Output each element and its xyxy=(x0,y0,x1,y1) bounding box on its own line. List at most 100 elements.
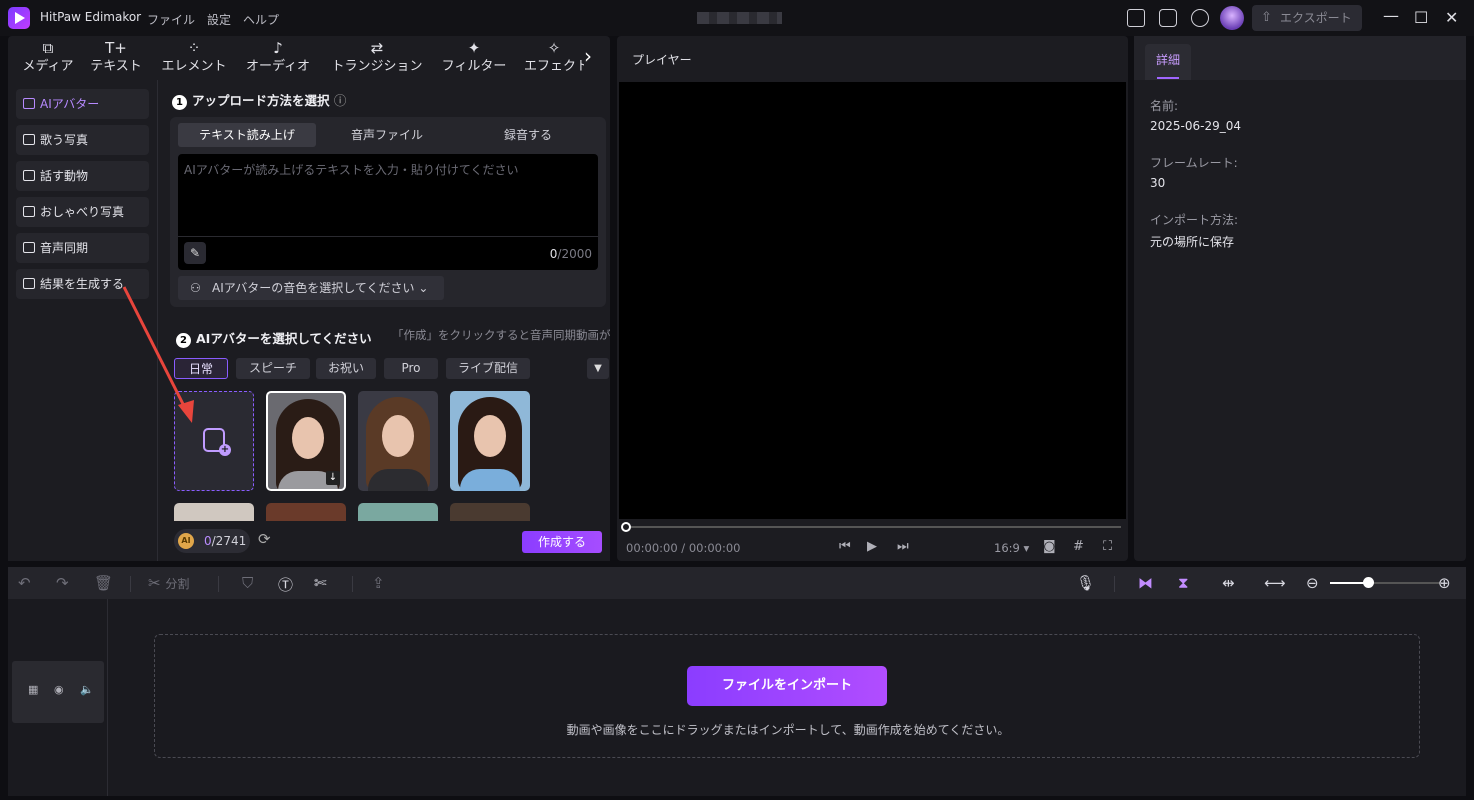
import-file-button[interactable]: ファイルをインポート xyxy=(687,666,887,706)
fit-width-icon[interactable]: ⟷ xyxy=(1264,574,1286,592)
timeline-divider xyxy=(107,599,108,796)
tab-elements[interactable]: ⁘ エレメント xyxy=(158,36,230,80)
text-icon: T+ xyxy=(105,39,127,57)
magic-wand-icon[interactable]: ✎ xyxy=(184,242,206,264)
media-icon: ⧉ xyxy=(42,39,54,57)
preview-screen[interactable] xyxy=(619,82,1126,519)
media-toolbar: ⧉ メディア T+ テキスト ⁘ エレメント ♪ オーディオ ⇄ トランジション ✦ フィル… xyxy=(8,36,610,80)
redo-icon[interactable]: ↷ xyxy=(56,574,69,592)
tab-audio-file[interactable]: 音声ファイル xyxy=(318,123,456,147)
detail-name-value: 2025-06-29_04 xyxy=(1150,119,1242,133)
avatar-footer: 0/2741 ⟳ 作成する xyxy=(166,521,610,561)
timeline-toolbar: ↶ ↷ 🗑 ✂ 分割 ⛉ Ⓣ ✄ ⇪ 🎙 ⧓ ⧗ ⇹ ⟷ ⊖ ⊕ xyxy=(8,567,1466,599)
category-pro[interactable]: Pro xyxy=(384,358,438,379)
tab-media[interactable]: ⧉ メディア xyxy=(18,36,78,80)
user-avatar[interactable] xyxy=(1220,6,1244,30)
category-speech[interactable]: スピーチ xyxy=(236,358,310,379)
playhead-knob[interactable] xyxy=(621,522,631,532)
detail-name-label: 名前: xyxy=(1150,99,1179,113)
add-custom-avatar[interactable]: + xyxy=(174,391,254,491)
maximize-icon[interactable]: ☐ xyxy=(1414,8,1428,27)
tab-text[interactable]: T+ テキスト xyxy=(86,36,146,80)
avatar-thumbnail[interactable] xyxy=(450,503,530,521)
zoom-in-icon[interactable]: ⊕ xyxy=(1438,574,1451,592)
export-button[interactable]: エクスポート xyxy=(1252,5,1362,31)
download-icon[interactable]: ↓ xyxy=(326,471,340,485)
sidebar-item-talking-photo[interactable]: おしゃべり写真 xyxy=(16,197,149,227)
avatar-thumbnail[interactable] xyxy=(174,503,254,521)
timecode: 00:00:00 / 00:00:00 xyxy=(626,541,741,555)
menu-settings[interactable]: 設定 xyxy=(207,11,231,28)
feedback-icon[interactable] xyxy=(1159,9,1177,27)
cut-scene-icon[interactable]: ✄ xyxy=(314,574,327,592)
fullscreen-icon[interactable]: ⛶ xyxy=(1103,539,1112,554)
info-icon[interactable]: ⓘ xyxy=(334,93,347,108)
undo-icon[interactable]: ↶ xyxy=(18,574,31,592)
left-panel: ⧉ メディア T+ テキスト ⁘ エレメント ♪ オーディオ ⇄ トランジション ✦ フィル… xyxy=(8,36,610,561)
download-icon[interactable] xyxy=(1191,9,1209,27)
film-icon[interactable]: ▦ xyxy=(28,683,38,696)
category-live[interactable]: ライブ配信 xyxy=(446,358,530,379)
voice-select-dropdown[interactable]: ⚇ AIアバターの音色を選択してください ⌄ xyxy=(178,276,444,300)
aspect-ratio-select[interactable]: 16:9 ▾ xyxy=(994,541,1029,555)
magnet-icon[interactable]: ⧗ xyxy=(1178,574,1189,592)
avatar-thumbnail[interactable] xyxy=(450,391,530,491)
close-icon[interactable]: ✕ xyxy=(1445,8,1458,27)
detail-framerate-value: 30 xyxy=(1150,176,1166,190)
music-note-icon: ♪ xyxy=(273,39,283,57)
next-frame-icon[interactable]: ⏭ xyxy=(897,539,909,554)
sidebar-item-lip-sync[interactable]: 音声同期 xyxy=(16,233,149,263)
tab-transitions[interactable]: ⇄ トランジション xyxy=(328,36,426,80)
create-button[interactable]: 作成する xyxy=(522,531,602,553)
detail-import-value: 元の場所に保存 xyxy=(1150,235,1235,249)
minimize-icon[interactable]: — xyxy=(1383,6,1399,25)
zoom-out-icon[interactable]: ⊖ xyxy=(1306,574,1319,592)
menu-help[interactable]: ヘルプ xyxy=(243,11,279,28)
ai-avatar-content: 1 アップロード方法を選択 ⓘ テキスト読み上げ 音声ファイル 録音する AIアバ… xyxy=(166,80,610,561)
step2-hint: 「作成」をクリックすると音声同期動画がで xyxy=(392,328,610,342)
tab-effects[interactable]: ✧ エフェクト xyxy=(524,36,584,80)
sidebar-item-talking-animal[interactable]: 話す動物 xyxy=(16,161,149,191)
avatar-thumbnail[interactable] xyxy=(358,391,438,491)
tab-text-to-speech[interactable]: テキスト読み上げ xyxy=(178,123,316,147)
crop-icon[interactable]: # xyxy=(1073,539,1084,554)
export-clip-icon[interactable]: ⇪ xyxy=(372,574,385,592)
volume-icon[interactable]: 🔈 xyxy=(80,683,94,696)
snapshot-icon[interactable]: ◙ xyxy=(1043,539,1056,554)
script-textarea[interactable]: AIアバターが読み上げるテキストを入力・貼り付けてください ✎ 0/2000 xyxy=(178,154,598,270)
microphone-icon[interactable]: 🎙 xyxy=(1076,574,1095,592)
tab-filters[interactable]: ✦ フィルター xyxy=(438,36,510,80)
playback-progress[interactable] xyxy=(625,526,1121,528)
timeline-dropzone[interactable]: ファイルをインポート 動画や画像をここにドラッグまたはインポートして、動画作成を… xyxy=(154,634,1420,758)
tab-record[interactable]: 録音する xyxy=(458,123,598,147)
char-counter: 0/2000 xyxy=(549,247,592,261)
previous-frame-icon[interactable]: ⏮ xyxy=(839,539,851,554)
avatar-thumbnail[interactable] xyxy=(266,503,346,521)
split-view-icon[interactable]: ⇹ xyxy=(1222,574,1235,592)
delete-icon[interactable]: 🗑 xyxy=(94,574,113,592)
tab-details[interactable]: 詳細 xyxy=(1145,44,1191,80)
chevron-right-icon[interactable]: › xyxy=(584,44,592,68)
sidebar-item-ai-avatar[interactable]: AIアバター xyxy=(16,89,149,119)
eye-icon[interactable]: ◉ xyxy=(54,683,64,696)
layout-icon[interactable] xyxy=(1127,9,1145,27)
play-icon[interactable]: ▶ xyxy=(867,539,877,554)
menu-file[interactable]: ファイル xyxy=(147,11,195,28)
avatar-thumbnail[interactable] xyxy=(358,503,438,521)
category-daily[interactable]: 日常 xyxy=(174,358,228,379)
refresh-icon[interactable]: ⟳ xyxy=(258,530,271,548)
link-icon[interactable]: ⧓ xyxy=(1138,574,1153,592)
tab-audio[interactable]: ♪ オーディオ xyxy=(242,36,314,80)
category-celebration[interactable]: お祝い xyxy=(316,358,376,379)
category-expand-icon[interactable]: ▼ xyxy=(587,358,609,379)
sidebar-item-singing-photo[interactable]: 歌う写真 xyxy=(16,125,149,155)
shield-icon[interactable]: ⛉ xyxy=(242,574,253,592)
avatar-thumbnail[interactable]: ↓ xyxy=(266,391,346,491)
zoom-slider-knob[interactable] xyxy=(1363,577,1374,588)
sidebar-item-generate-result[interactable]: 結果を生成する xyxy=(16,269,149,299)
toolbar-divider xyxy=(352,576,353,592)
text-box-icon[interactable]: Ⓣ xyxy=(278,574,293,595)
step1-title: 1 アップロード方法を選択 ⓘ xyxy=(172,90,346,110)
split-button[interactable]: ✂ 分割 xyxy=(148,574,189,592)
details-panel: 詳細 名前: 2025-06-29_04 フレームレート: 30 インポート方法… xyxy=(1134,36,1466,561)
